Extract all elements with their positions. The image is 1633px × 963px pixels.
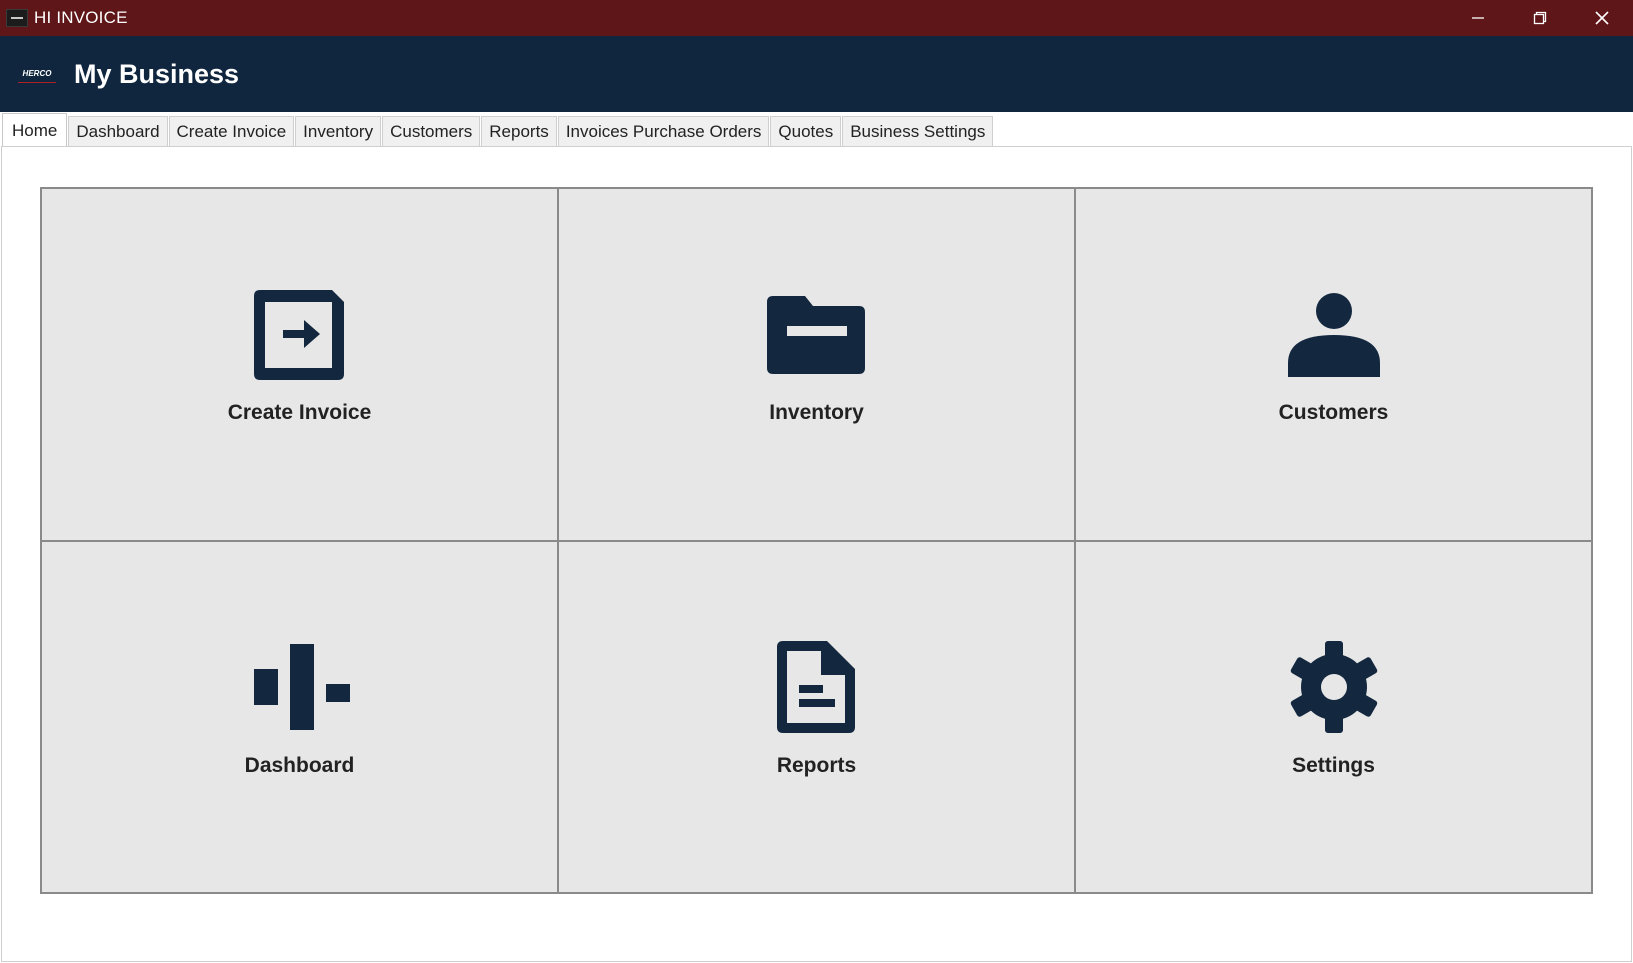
create-invoice-label: Create Invoice — [227, 401, 372, 424]
settings-label: Settings — [1292, 753, 1375, 777]
window-controls — [1447, 0, 1633, 36]
tab-create-invoice[interactable]: Create Invoice — [168, 116, 295, 147]
restore-button[interactable] — [1509, 0, 1571, 36]
inventory-tile[interactable]: Inventory — [558, 188, 1075, 541]
window-title: HI INVOICE — [34, 8, 128, 27]
customers-label: Customers — [1278, 401, 1389, 424]
app-icon — [6, 9, 28, 27]
create-invoice-icon — [245, 279, 355, 389]
tab-home[interactable]: Home — [2, 113, 68, 147]
person-icon — [1279, 279, 1389, 389]
minimize-icon — [1472, 17, 1484, 19]
tab-bar: Home Dashboard Create Invoice Inventory … — [2, 113, 994, 147]
dashboard-tile[interactable]: Dashboard — [41, 540, 558, 893]
business-name: My Business — [74, 58, 240, 89]
dashboard-icon — [245, 632, 355, 742]
tab-reports[interactable]: Reports — [481, 116, 557, 147]
gear-icon — [1279, 632, 1389, 742]
tab-inventory[interactable]: Inventory — [295, 116, 382, 147]
title-bar: HI INVOICE — [0, 0, 1633, 36]
home-tile-grid: Create Invoice Inventory Customers Dashb… — [40, 187, 1593, 894]
close-button[interactable] — [1571, 0, 1633, 36]
restore-icon — [1533, 11, 1547, 25]
settings-tile[interactable]: Settings — [1075, 540, 1592, 893]
folder-icon — [762, 279, 872, 389]
close-icon — [1595, 11, 1609, 25]
customers-tile[interactable]: Customers — [1075, 188, 1592, 541]
tab-quotes[interactable]: Quotes — [770, 116, 842, 147]
tab-business-settings[interactable]: Business Settings — [842, 116, 994, 147]
dashboard-label: Dashboard — [244, 753, 355, 777]
reports-label: Reports — [776, 753, 857, 777]
inventory-label: Inventory — [769, 401, 864, 424]
tab-dashboard[interactable]: Dashboard — [68, 116, 168, 147]
create-invoice-tile[interactable]: Create Invoice — [41, 188, 558, 541]
reports-tile[interactable]: Reports — [558, 540, 1075, 893]
tab-customers[interactable]: Customers — [382, 116, 481, 147]
minimize-button[interactable] — [1447, 0, 1509, 36]
report-document-icon — [762, 632, 872, 742]
app-header: HERCO My Business — [0, 36, 1633, 112]
tab-invoices-purchase-orders[interactable]: Invoices Purchase Orders — [557, 116, 770, 147]
company-logo: HERCO — [18, 66, 56, 83]
